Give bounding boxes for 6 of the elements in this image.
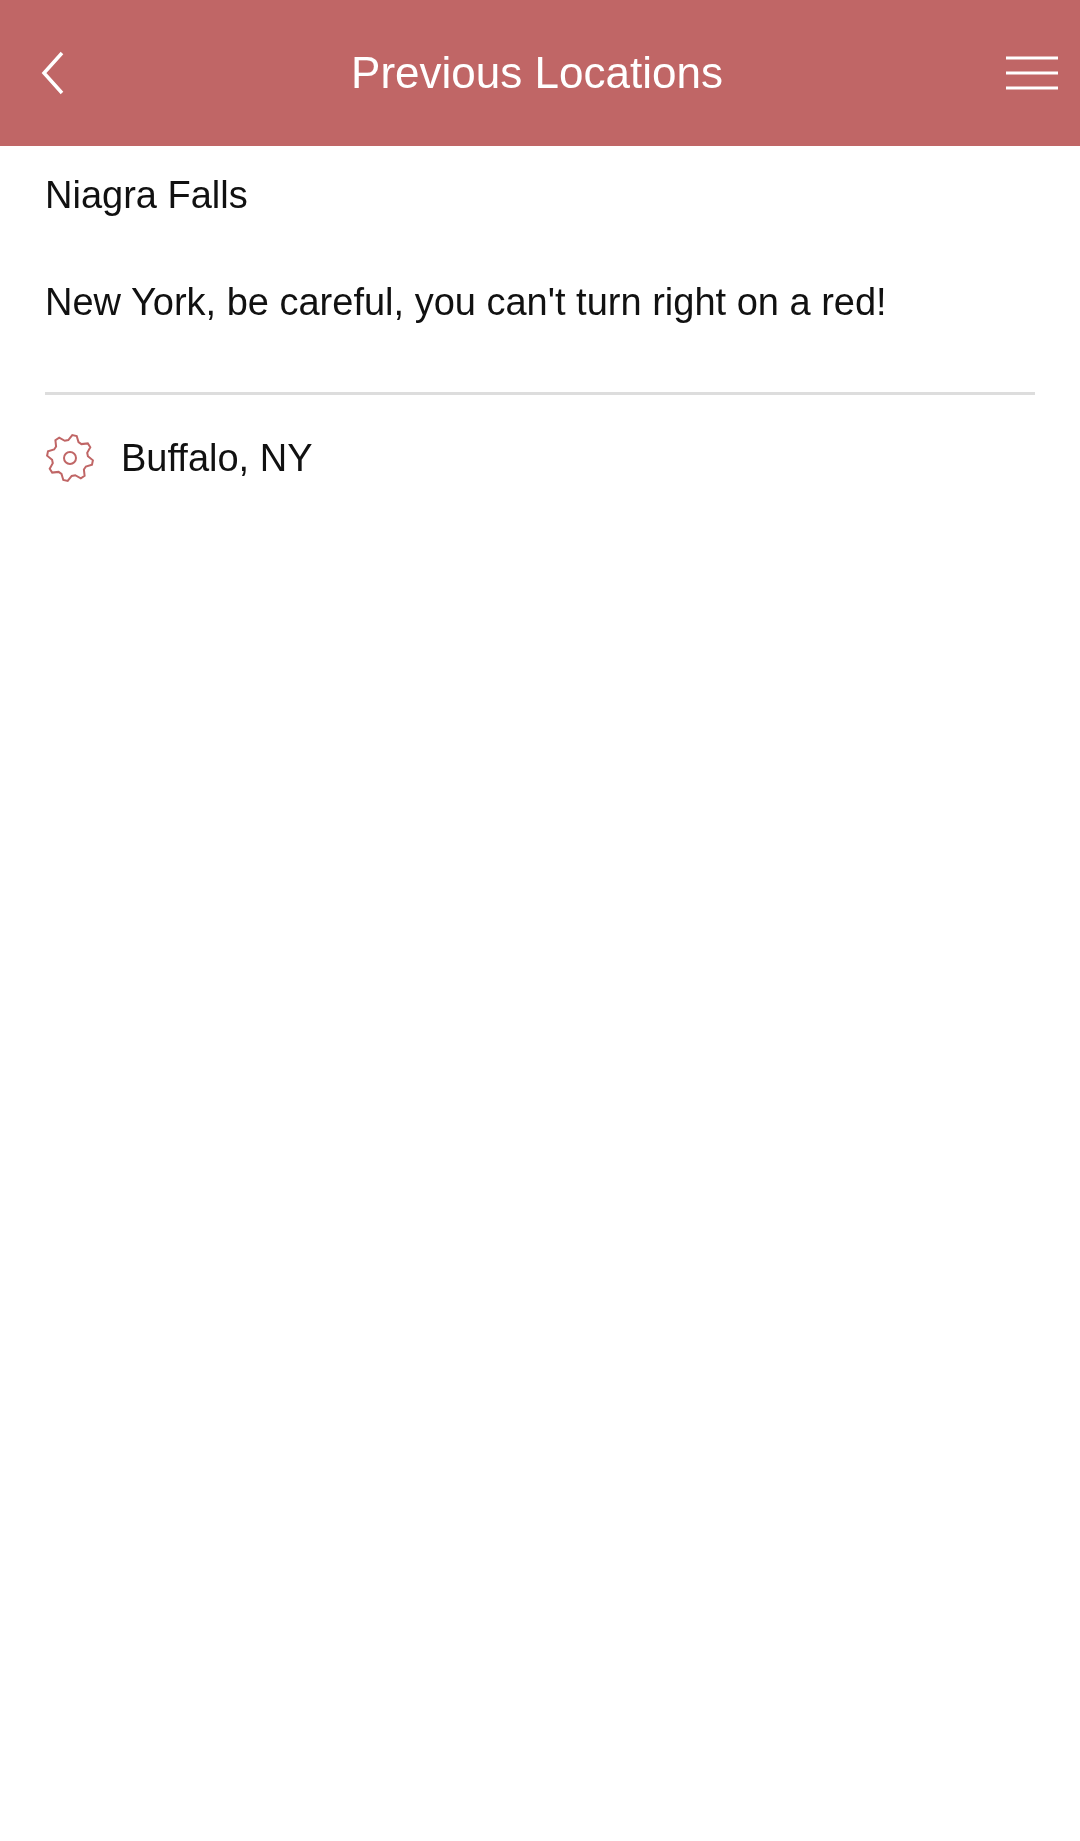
location-note: New York, be careful, you can't turn right on a red!: [45, 281, 888, 324]
location-item[interactable]: Buffalo, NY: [121, 436, 313, 480]
location-name: Niagra Falls: [45, 173, 249, 217]
gear-icon: [45, 433, 95, 483]
menu-button[interactable]: [1006, 55, 1058, 91]
page-title: Previous Locations: [351, 48, 723, 98]
